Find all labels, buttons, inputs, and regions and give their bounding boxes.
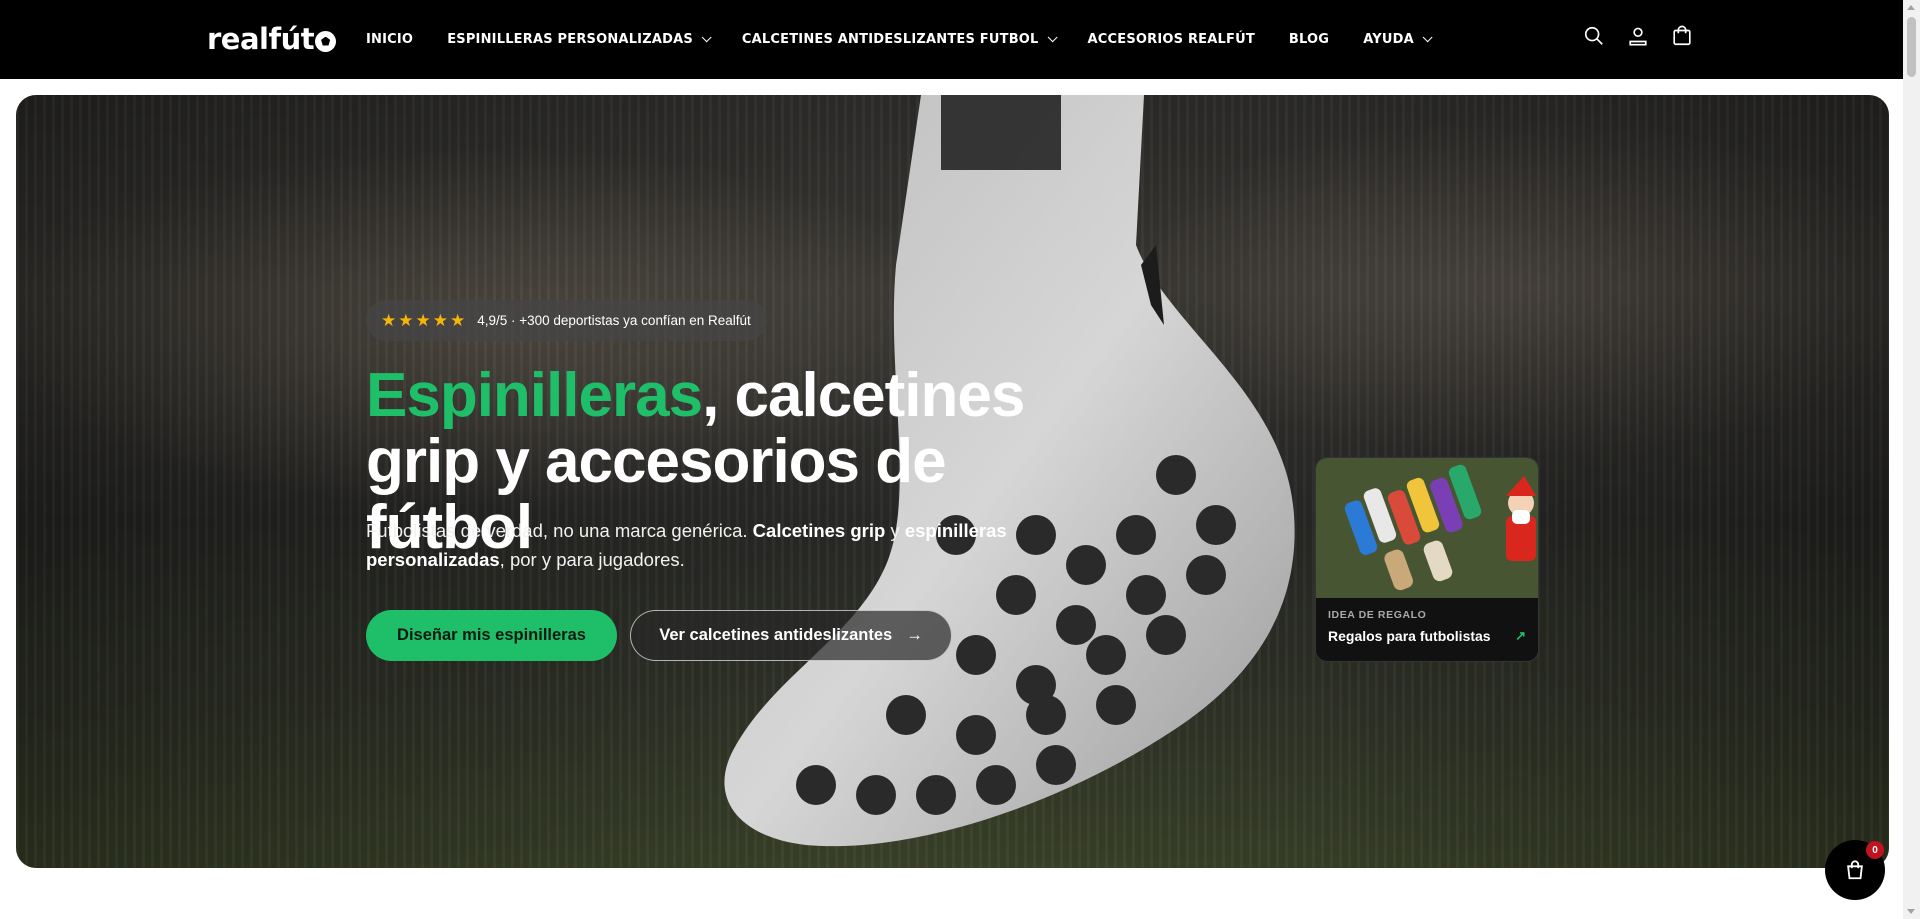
gift-card-title: Regalos para futbolistas ↗: [1328, 628, 1526, 644]
hero-title-rest: , calcetines: [702, 361, 1025, 430]
page-scrollbar[interactable]: [1903, 0, 1920, 919]
site-logo[interactable]: realfút: [207, 22, 337, 56]
nav-label: CALCETINES ANTIDESLIZANTES FUTBOL: [741, 32, 1039, 47]
rating-text: 4,9/5 · +300 deportistas ya confían en R…: [477, 313, 751, 328]
gift-products-image: [1316, 458, 1538, 598]
chevron-down-icon: [701, 32, 712, 43]
gift-card-kicker: IDEA DE REGALO: [1328, 609, 1427, 621]
scroll-down-arrow-icon[interactable]: [1907, 909, 1915, 914]
account-icon[interactable]: [1627, 25, 1649, 47]
subtitle-text: Futbolistas de verdad, no una marca gené…: [366, 520, 753, 541]
gift-card-title-text: Regalos para futbolistas: [1328, 628, 1491, 644]
scrollbar-thumb[interactable]: [1907, 17, 1916, 77]
nav-label: INICIO: [366, 32, 414, 47]
subtitle-bold-grip: Calcetines grip: [752, 520, 886, 541]
external-arrow-icon: ↗: [1515, 628, 1526, 643]
nav-item-inicio[interactable]: INICIO: [366, 32, 413, 47]
hero-title-accent: Espinilleras: [366, 361, 703, 430]
nav-item-espinilleras[interactable]: ESPINILLERAS PERSONALIZADAS: [447, 32, 712, 47]
soccer-ball-icon: [315, 30, 337, 52]
view-socks-button[interactable]: Ver calcetines antideslizantes →: [630, 610, 952, 661]
hero-banner: ★★★★★ 4,9/5 · +300 deportistas ya confía…: [16, 95, 1889, 868]
gift-card-meta: IDEA DE REGALO Regalos para futbolistas ↗: [1328, 609, 1526, 644]
shopping-bag-icon: [1847, 860, 1863, 880]
nav-label: BLOG: [1288, 32, 1330, 47]
hero-subtitle: Futbolistas de verdad, no una marca gené…: [366, 516, 1016, 574]
arrow-right-icon: →: [906, 626, 923, 644]
subtitle-text: , por y para jugadores.: [499, 549, 685, 570]
nav-label: ESPINILLERAS PERSONALIZADAS: [447, 32, 693, 47]
nav-item-calcetines[interactable]: CALCETINES ANTIDESLIZANTES FUTBOL: [741, 32, 1058, 47]
site-header: realfút INICIO ESPINILLERAS PERSONALIZAD…: [0, 0, 1903, 79]
nav-item-blog[interactable]: BLOG: [1289, 32, 1329, 47]
subtitle-text: y: [885, 520, 905, 541]
search-icon[interactable]: [1583, 25, 1605, 47]
nav-label: ACCESORIOS REALFÚT: [1087, 32, 1255, 47]
nav-label: AYUDA: [1363, 32, 1414, 47]
cart-icon[interactable]: [1671, 25, 1693, 47]
cart-count-badge: 0: [1866, 841, 1884, 859]
button-label: Ver calcetines antideslizantes: [659, 626, 893, 644]
chevron-down-icon: [1422, 32, 1433, 43]
scroll-up-arrow-icon[interactable]: [1907, 5, 1915, 10]
chevron-down-icon: [1047, 32, 1058, 43]
star-rating-icon: ★★★★★: [381, 310, 468, 330]
gift-idea-card[interactable]: IDEA DE REGALO Regalos para futbolistas ↗: [1315, 457, 1539, 662]
nav-item-ayuda[interactable]: AYUDA: [1363, 32, 1433, 47]
rating-badge: ★★★★★ 4,9/5 · +300 deportistas ya confía…: [366, 300, 767, 341]
nav-item-accesorios[interactable]: ACCESORIOS REALFÚT: [1088, 32, 1255, 47]
main-nav: INICIO ESPINILLERAS PERSONALIZADAS CALCE…: [366, 0, 1463, 79]
header-actions: [1583, 25, 1693, 47]
logo-text: realfút: [207, 22, 315, 56]
button-label: Diseñar mis espinilleras: [397, 626, 586, 644]
design-shinguards-button[interactable]: Diseñar mis espinilleras: [366, 610, 617, 661]
